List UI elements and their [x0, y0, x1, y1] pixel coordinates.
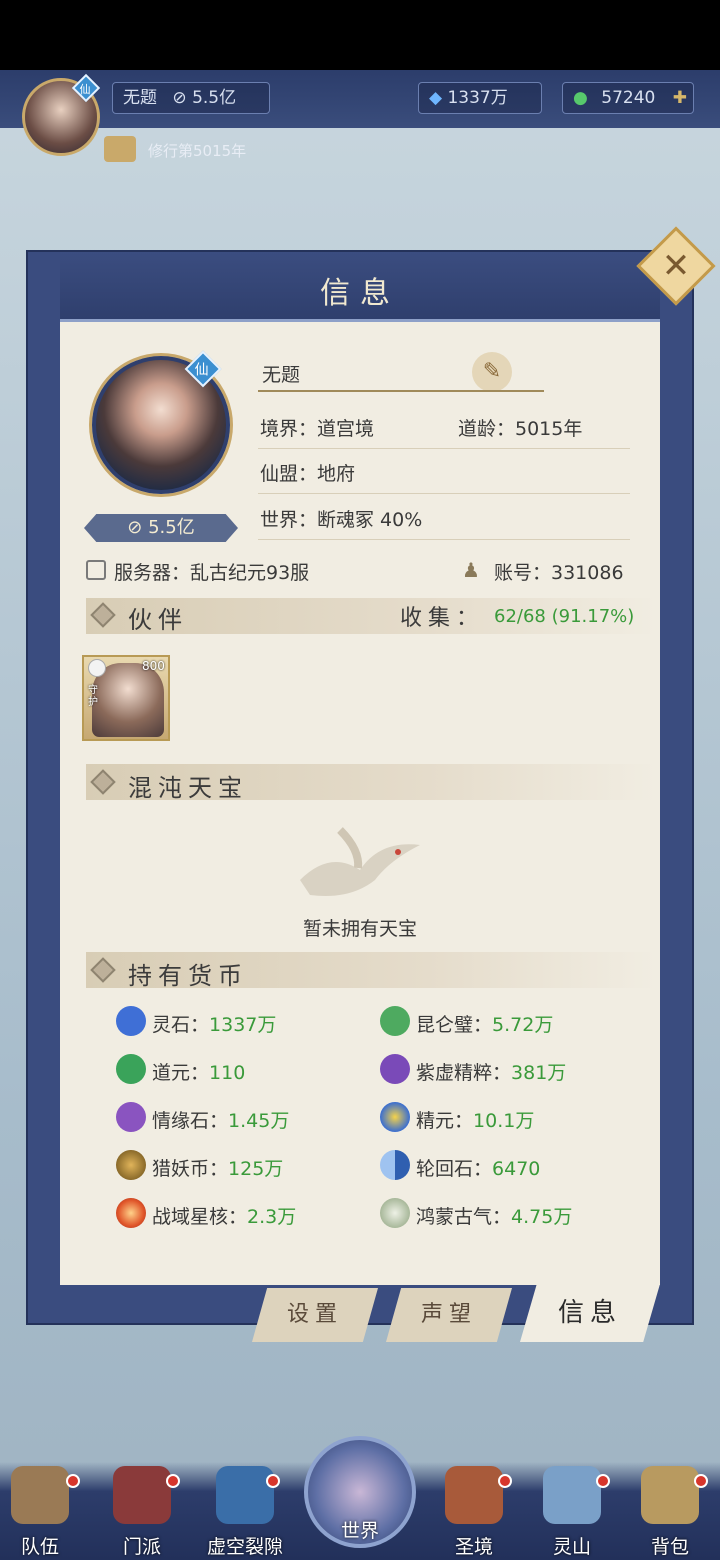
currency-label: 轮回石： [416, 1158, 493, 1180]
notification-dot [498, 1474, 512, 1488]
lingshi-amount: 1337万 [447, 88, 508, 108]
essence-orb-icon [380, 1102, 410, 1132]
notification-dot [166, 1474, 180, 1488]
currency-value: 381万 [511, 1062, 567, 1084]
currency-value: 6470 [492, 1158, 541, 1180]
currency-value: 110 [209, 1062, 246, 1084]
server-text: 服务器：乱古纪元93服 [114, 562, 310, 584]
mist-icon [380, 1198, 410, 1228]
account-text: 账号：331086 [494, 562, 624, 584]
team-icon [11, 1466, 69, 1524]
account-icon: ♟ [462, 558, 480, 582]
partner-card[interactable]: 800 守护 [82, 655, 170, 741]
divider [258, 448, 630, 449]
name-underline [258, 390, 544, 392]
nav-label: 圣境 [454, 1536, 493, 1558]
nav-label: 队伍 [20, 1536, 59, 1558]
partner-level: 800 [142, 659, 165, 673]
jade-amount: 57240 [601, 88, 656, 108]
player-power: 5.5亿 [192, 88, 237, 108]
alliance-text: 仙盟：地府 [260, 463, 356, 485]
currency-title: 持有货币 [128, 962, 248, 990]
currency-value: 1337万 [209, 1014, 277, 1036]
star-core-icon [116, 1198, 146, 1228]
yin-yang-icon [380, 1150, 410, 1180]
currency-label: 道元： [152, 1062, 210, 1084]
currency-label: 情缘石： [152, 1110, 229, 1132]
server-icon [86, 560, 106, 580]
nav-label: 虚空裂隙 [206, 1536, 283, 1558]
mountain-icon [543, 1466, 601, 1524]
world-text: 世界：断魂冢 40% [260, 509, 423, 531]
nav-label: 世界 [340, 1520, 379, 1542]
collect-label: 收集： [400, 606, 485, 631]
partners-title: 伙伴 [128, 606, 188, 634]
power-icon: ⊘ [172, 88, 187, 108]
purple-crystal-icon [380, 1054, 410, 1084]
pagoda-icon [445, 1466, 503, 1524]
currency-label: 精元： [416, 1110, 474, 1132]
nav-world[interactable]: 世界 [324, 1494, 396, 1560]
element-icon [88, 659, 106, 677]
currency-value: 4.75万 [511, 1206, 573, 1228]
tab-settings[interactable]: 设置 [252, 1288, 378, 1342]
rift-icon [216, 1466, 274, 1524]
age-text: 道龄：5015年 [458, 418, 583, 440]
currency-value: 10.1万 [473, 1110, 535, 1132]
treasure-empty-text: 暂未拥有天宝 [302, 918, 417, 940]
partner-role: 守护 [88, 685, 98, 708]
rename-brush-icon[interactable]: ✎ [472, 352, 512, 392]
notification-dot [66, 1474, 80, 1488]
currency-label: 灵石： [152, 1014, 210, 1036]
add-icon[interactable]: ✚ [673, 83, 687, 113]
bronze-coin-icon [116, 1150, 146, 1180]
notification-dot [266, 1474, 280, 1488]
close-icon: ✕ [661, 246, 691, 286]
name-power-pill: 无题 ⊘ 5.5亿 [112, 82, 270, 114]
treasure-title: 混沌天宝 [128, 774, 248, 802]
player-name: 无题 [123, 88, 157, 108]
currency-value: 125万 [228, 1158, 284, 1180]
cultivation-years: 修行第5015年 [148, 142, 247, 160]
profile-power: 5.5亿 [148, 517, 195, 538]
currency-value: 5.72万 [492, 1014, 554, 1036]
nav-label: 背包 [650, 1536, 689, 1558]
divider [258, 493, 630, 494]
lingshi-pill[interactable]: ◆ 1337万 [418, 82, 542, 114]
currency-label: 鸿蒙古气： [416, 1206, 512, 1228]
sect-icon [113, 1466, 171, 1524]
crystal-icon: ◆ [429, 88, 443, 108]
realm-text: 境界：道宫境 [260, 418, 375, 440]
jade-disc-icon [380, 1006, 410, 1036]
crystal-icon [116, 1006, 146, 1036]
currency-value: 2.3万 [247, 1206, 297, 1228]
power-tag: ⊘ 5.5亿 [84, 514, 238, 542]
currency-label: 昆仑璧： [416, 1014, 493, 1036]
panel-title: 信息 [320, 276, 400, 311]
bag-icon [641, 1466, 699, 1524]
green-crystal-icon [116, 1054, 146, 1084]
status-bar [0, 0, 720, 70]
currency-label: 战域星核： [152, 1206, 248, 1228]
notification-dot [694, 1474, 708, 1488]
purple-stone-icon [116, 1102, 146, 1132]
currency-value: 1.45万 [228, 1110, 290, 1132]
tab-reputation[interactable]: 声望 [386, 1288, 512, 1342]
collect-value: 62/68 (91.17%) [494, 606, 635, 627]
divider [258, 539, 630, 540]
nav-label: 灵山 [552, 1536, 591, 1558]
currency-label: 紫虚精粹： [416, 1062, 512, 1084]
nav-label: 门派 [122, 1536, 161, 1558]
power-icon: ⊘ [127, 517, 149, 538]
jade-icon: ● [573, 88, 588, 108]
scroll-icon [104, 136, 136, 162]
notification-dot [596, 1474, 610, 1488]
profile-name: 无题 [262, 364, 301, 386]
tab-info[interactable]: 信息 [520, 1284, 660, 1342]
currency-label: 猎妖币： [152, 1158, 229, 1180]
crane-icon [300, 827, 420, 896]
jade-pill[interactable]: ● 57240 ✚ [562, 82, 694, 114]
